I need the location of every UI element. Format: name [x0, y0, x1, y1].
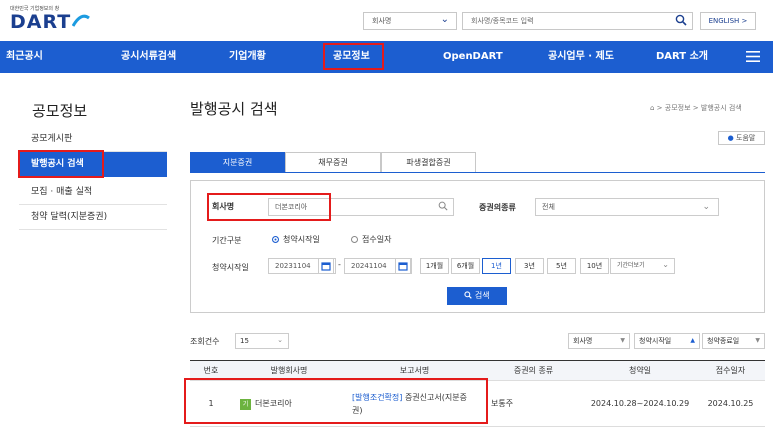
page-title: 발행공시 검색 [190, 100, 278, 118]
security-type-select[interactable]: 전체 ⌄ [535, 198, 719, 216]
tab-debt[interactable]: 채무증권 [285, 152, 381, 173]
sort-sub-end[interactable]: 청약종료일 ▼ [702, 333, 765, 349]
help-icon: ● [727, 134, 734, 142]
highlight-nav-public-offering [323, 43, 384, 70]
search-input[interactable]: 회사명/종목코드 입력 [462, 12, 693, 30]
row-security-type: 보통주 [483, 380, 584, 427]
nav-about-dart[interactable]: DART 소개 [656, 41, 708, 73]
nav-recent-disclosures[interactable]: 최근공시 [6, 41, 43, 73]
period-10y-button[interactable]: 10년 [580, 258, 609, 274]
col-subscription: 청약일 [584, 360, 696, 381]
period-type-label: 기간구분 [212, 236, 242, 245]
home-icon[interactable]: ⌂ [650, 104, 654, 112]
search-icon [464, 291, 473, 299]
english-button[interactable]: ENGLISH > [700, 12, 756, 30]
search-button[interactable]: 검색 [447, 287, 507, 305]
chevron-down-icon: ⌄ [662, 260, 669, 269]
period-6m-button[interactable]: 6개월 [451, 258, 480, 274]
radio-unchecked-icon [351, 236, 358, 243]
search-icon[interactable] [438, 201, 448, 217]
sort-sub-start[interactable]: 청약시작일 ▲ [634, 333, 700, 349]
count-label: 조회건수 [190, 337, 220, 346]
breadcrumb: ⌂ > 공모정보 > 발행공시 검색 [650, 104, 742, 112]
help-button[interactable]: ● 도움말 [718, 131, 765, 145]
menu-icon[interactable] [746, 50, 760, 66]
nav-opendart[interactable]: OpenDART [443, 41, 503, 73]
col-security-type: 증권의 종류 [483, 360, 584, 381]
col-received: 접수일자 [696, 360, 765, 381]
tab-divider [190, 172, 765, 173]
radio-subscription-start[interactable]: 청약시작일 [272, 234, 320, 245]
tab-derivative[interactable]: 파생결합증권 [381, 152, 476, 173]
tab-equity[interactable]: 지분증권 [190, 152, 285, 173]
radio-receipt-date[interactable]: 접수일자 [351, 234, 391, 245]
sidebar-item-calendar[interactable]: 청약 달력(지분증권) [19, 205, 167, 230]
period-5y-button[interactable]: 5년 [547, 258, 576, 274]
start-date-label: 청약시작일 [212, 263, 249, 272]
nav-document-search[interactable]: 공시서류검색 [121, 41, 176, 73]
chevron-down-icon: ⌄ [440, 14, 449, 25]
period-1m-button[interactable]: 1개월 [420, 258, 449, 274]
period-3y-button[interactable]: 3년 [515, 258, 544, 274]
sort-up-icon: ▲ [690, 337, 695, 344]
period-1y-button[interactable]: 1년 [482, 258, 511, 274]
logo-swoosh-icon [71, 14, 91, 27]
sidebar-item-board[interactable]: 공모게시판 [19, 127, 167, 152]
date-separator: - [338, 260, 341, 269]
dart-logo[interactable]: DART [10, 11, 91, 33]
row-subscription: 2024.10.28~2024.10.29 [584, 380, 696, 427]
highlight-company-field [207, 193, 331, 221]
period-more-select[interactable]: 기간더보기 ⌄ [610, 258, 675, 274]
search-type-select[interactable]: 회사명 ⌄ [363, 12, 457, 30]
row-received: 2024.10.25 [696, 380, 765, 427]
count-select[interactable]: 15 ⌄ [235, 333, 289, 349]
search-icon[interactable] [675, 14, 687, 29]
radio-checked-icon [272, 236, 279, 243]
sort-down-icon: ▼ [620, 337, 625, 344]
highlight-result-row [184, 378, 488, 424]
chevron-down-icon: ⌄ [277, 336, 283, 344]
nav-company-overview[interactable]: 기업개황 [229, 41, 266, 73]
sidebar-item-results[interactable]: 모집 · 매출 실적 [19, 180, 167, 205]
calendar-icon[interactable] [395, 258, 411, 274]
top-header: 대한민국 기업정보의 창 DART 회사명 ⌄ 회사명/종목코드 입력 ENGL… [0, 0, 773, 40]
sidebar-title: 공모정보 [32, 102, 88, 120]
sort-company[interactable]: 회사명 ▼ [568, 333, 630, 349]
nav-disclosure-system[interactable]: 공시업무 · 제도 [548, 41, 614, 73]
sort-down-icon: ▼ [755, 337, 760, 344]
highlight-sidebar-item [18, 150, 104, 178]
chevron-down-icon: ⌄ [702, 202, 710, 212]
calendar-icon[interactable] [318, 258, 334, 274]
global-nav: 최근공시 공시서류검색 기업개황 공모정보 OpenDART 공시업무 · 제도… [0, 41, 773, 73]
security-type-label: 증권의종류 [479, 203, 516, 212]
